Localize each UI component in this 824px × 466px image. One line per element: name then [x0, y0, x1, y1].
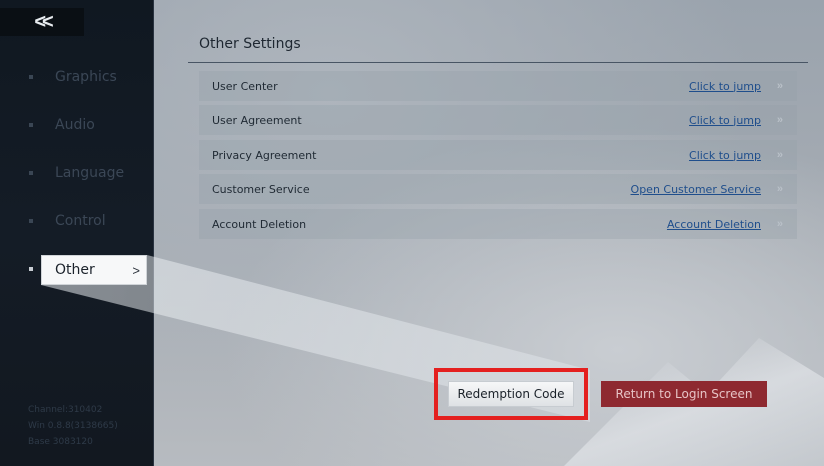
redemption-code-button[interactable]: Redemption Code — [448, 381, 574, 407]
sidebar-item-label: Other — [55, 262, 95, 278]
settings-row-user-agreement: User Agreement Click to jump » — [199, 105, 797, 135]
nav-bullet — [29, 219, 33, 223]
sidebar: << Graphics Audio Language Control Chann… — [0, 0, 154, 466]
version-info: Channel:310402 Win 0.8.8(3138665) Base 3… — [28, 402, 118, 450]
settings-row-account-deletion: Account Deletion Account Deletion » — [199, 209, 797, 239]
settings-row-customer-service: Customer Service Open Customer Service » — [199, 174, 797, 204]
row-label: Account Deletion — [212, 217, 307, 231]
sidebar-item-label: Audio — [55, 117, 95, 133]
jump-link[interactable]: Click to jump — [689, 80, 761, 93]
row-label: Customer Service — [212, 182, 310, 196]
return-to-login-button[interactable]: Return to Login Screen — [601, 381, 767, 407]
customer-service-link[interactable]: Open Customer Service — [631, 183, 761, 196]
back-button[interactable]: << — [0, 8, 84, 36]
version-base: Base 3083120 — [28, 437, 93, 447]
nav-bullet — [29, 171, 33, 175]
double-chevron-right-icon: » — [776, 149, 783, 161]
nav-bullet — [29, 267, 33, 271]
sidebar-item-label: Control — [55, 213, 106, 229]
title-divider — [188, 62, 808, 63]
nav-bullet — [29, 75, 33, 79]
row-label: Privacy Agreement — [212, 148, 317, 162]
row-label: User Agreement — [212, 113, 302, 127]
page-title: Other Settings — [199, 36, 301, 52]
nav-bullet — [29, 123, 33, 127]
row-label: User Center — [212, 79, 278, 93]
account-deletion-link[interactable]: Account Deletion — [667, 218, 761, 231]
jump-link[interactable]: Click to jump — [689, 114, 761, 127]
sidebar-item-language[interactable]: Language — [0, 153, 153, 193]
settings-row-user-center: User Center Click to jump » — [199, 71, 797, 101]
sidebar-item-graphics[interactable]: Graphics — [0, 57, 153, 97]
chevron-right-icon: > — [132, 262, 140, 278]
sidebar-item-audio[interactable]: Audio — [0, 105, 153, 145]
double-chevron-right-icon: » — [776, 80, 783, 92]
settings-row-privacy-agreement: Privacy Agreement Click to jump » — [199, 140, 797, 170]
double-chevron-right-icon: » — [776, 114, 783, 126]
sidebar-item-control[interactable]: Control — [0, 201, 153, 241]
jump-link[interactable]: Click to jump — [689, 149, 761, 162]
sidebar-item-label: Language — [55, 165, 125, 181]
sidebar-item-label: Graphics — [55, 69, 117, 85]
double-chevron-left-icon: << — [34, 10, 53, 33]
version-channel: Channel:310402 — [28, 405, 103, 415]
double-chevron-right-icon: » — [776, 218, 783, 230]
double-chevron-right-icon: » — [776, 183, 783, 195]
sidebar-item-other[interactable]: Other > — [41, 255, 147, 285]
version-win: Win 0.8.8(3138665) — [28, 421, 118, 431]
